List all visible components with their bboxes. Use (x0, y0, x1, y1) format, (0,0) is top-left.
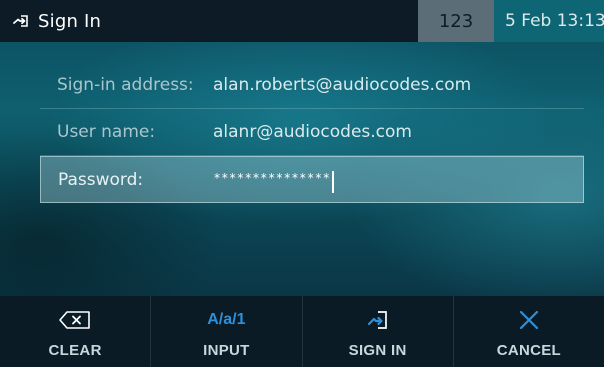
field-value: alanr@audiocodes.com (213, 122, 412, 142)
sign-in-form: Sign-in address: alan.roberts@audiocodes… (40, 62, 584, 203)
masked-password: *************** (214, 170, 331, 185)
input-mode-icon: A/a/1 (207, 300, 245, 340)
input-mode-text: A/a/1 (207, 311, 246, 328)
input-mode-badge: 123 (418, 0, 494, 42)
sign-in-address-field[interactable]: Sign-in address: alan.roberts@audiocodes… (40, 62, 584, 109)
field-label: Sign-in address: (57, 75, 194, 95)
status-bar: Sign In 123 5 Feb 13:13 (0, 0, 604, 42)
password-field[interactable]: Password: *************** (40, 156, 584, 203)
backspace-icon (58, 300, 92, 340)
text-cursor (332, 170, 334, 193)
date-time: 5 Feb 13:13 (494, 0, 604, 42)
input-mode-button[interactable]: A/a/1 INPUT (151, 296, 303, 367)
softkey-label: INPUT (203, 342, 250, 359)
sign-in-arrow-icon (366, 300, 390, 340)
sign-in-button[interactable]: SIGN IN (303, 296, 454, 367)
field-label: Password: (58, 169, 144, 190)
close-icon (517, 300, 541, 340)
softkey-label: SIGN IN (348, 342, 407, 359)
page-title-area: Sign In (12, 0, 101, 42)
sign-in-arrow-icon (12, 11, 32, 31)
softkey-bar: CLEAR A/a/1 INPUT SIGN IN CANCEL (0, 296, 604, 367)
clear-button[interactable]: CLEAR (0, 296, 152, 367)
softkey-label: CLEAR (48, 342, 102, 359)
user-name-field[interactable]: User name: alanr@audiocodes.com (40, 109, 584, 156)
phone-screen: Sign In 123 5 Feb 13:13 Sign-in address:… (0, 0, 604, 367)
field-value: alan.roberts@audiocodes.com (213, 75, 472, 95)
cancel-button[interactable]: CANCEL (454, 296, 604, 367)
password-input[interactable]: *************** (214, 169, 334, 193)
page-title: Sign In (38, 10, 102, 32)
field-label: User name: (57, 122, 156, 142)
softkey-label: CANCEL (496, 342, 562, 359)
